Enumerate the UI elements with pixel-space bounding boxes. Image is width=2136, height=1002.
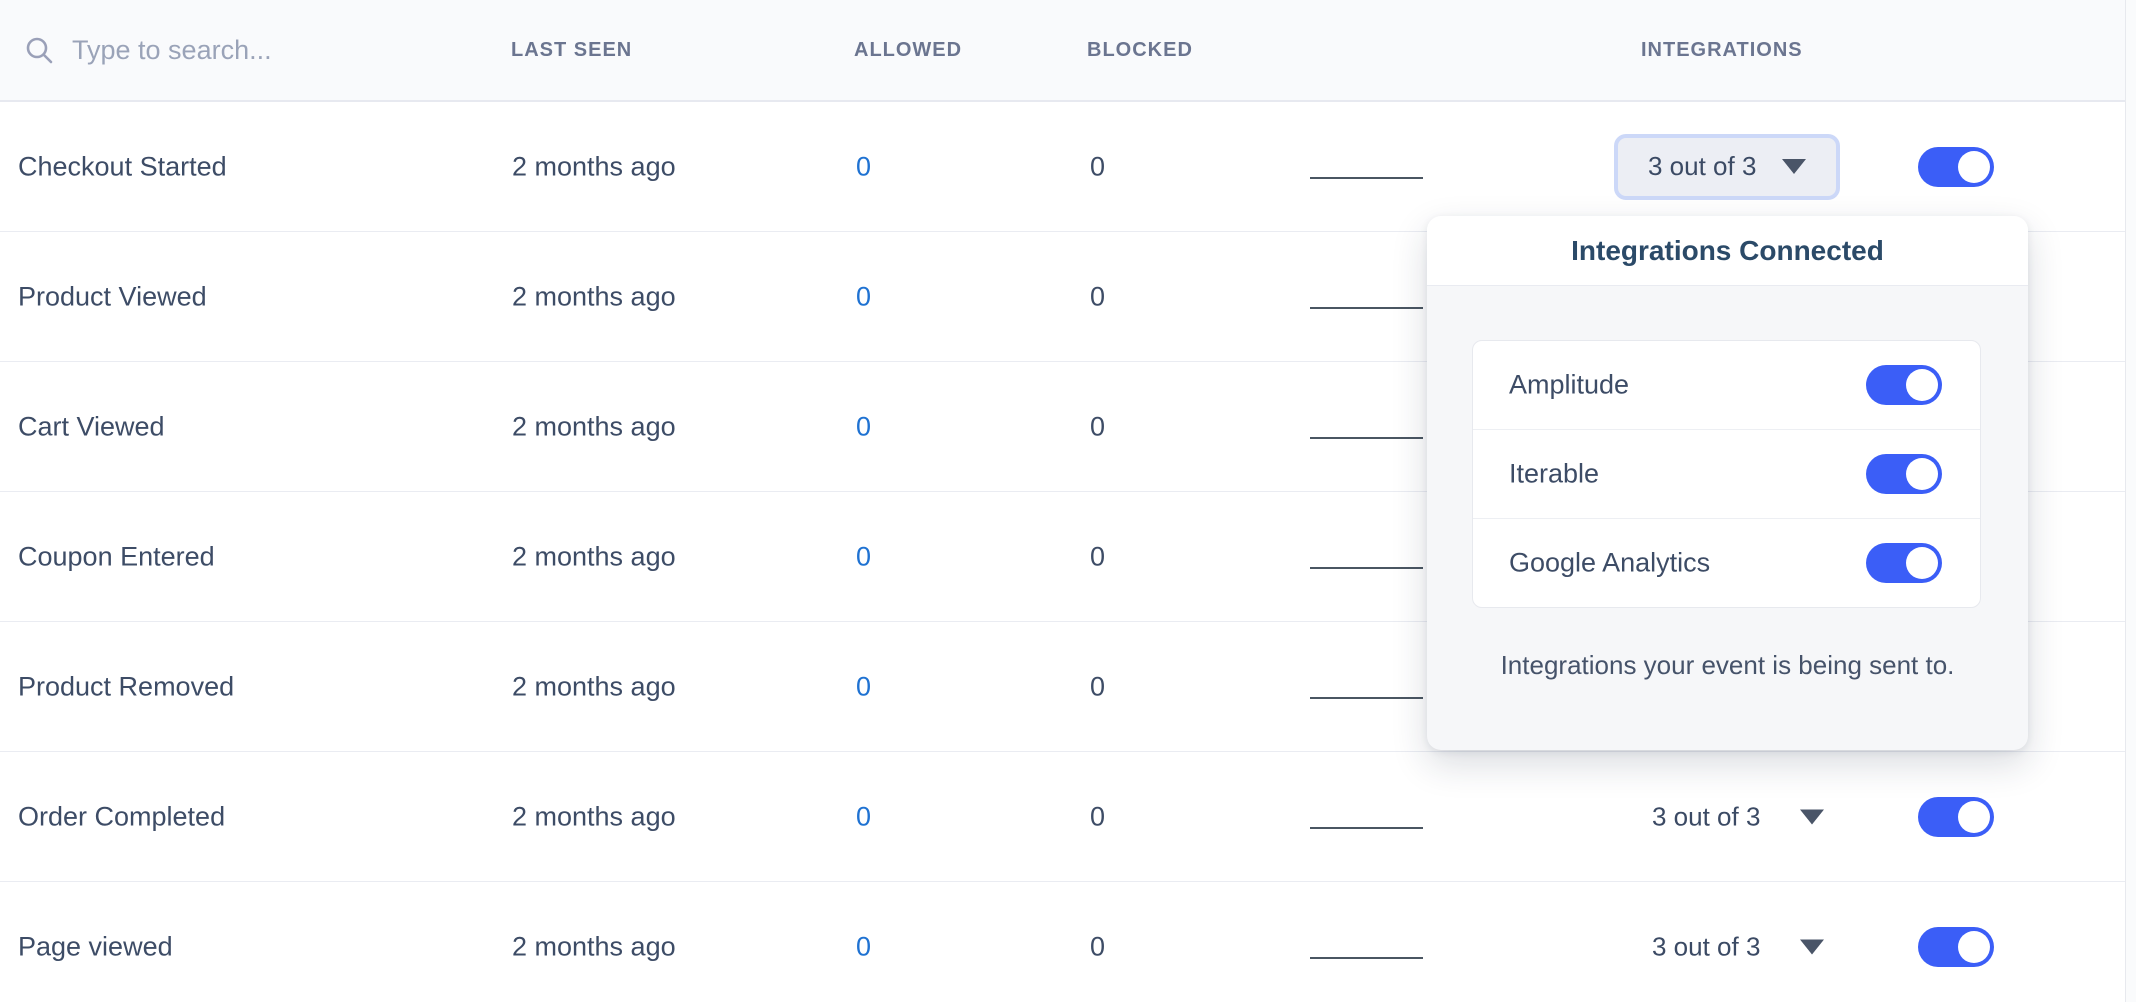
integrations-list: Amplitude Iterable Google Analytics [1472, 340, 1981, 608]
integrations-dropdown[interactable]: 3 out of 3 [1614, 134, 1840, 200]
search-field[interactable] [24, 0, 434, 100]
event-name: Checkout Started [18, 151, 227, 182]
blocked-count: 0 [1090, 151, 1105, 182]
integration-enabled-toggle[interactable] [1866, 365, 1942, 405]
blocked-count: 0 [1090, 671, 1105, 702]
integration-row: Amplitude [1473, 341, 1980, 430]
last-seen-value: 2 months ago [512, 801, 676, 832]
integrations-popover: Integrations Connected Amplitude Iterabl… [1427, 216, 2028, 750]
last-seen-value: 2 months ago [512, 671, 676, 702]
integrations-dropdown[interactable]: 3 out of 3 [1652, 931, 1824, 962]
event-name: Coupon Entered [18, 541, 215, 572]
integration-enabled-toggle[interactable] [1866, 454, 1942, 494]
chevron-down-icon [1800, 939, 1824, 954]
empty-placeholder-dash [1310, 567, 1423, 569]
event-enabled-toggle[interactable] [1918, 147, 1994, 187]
toggle-knob [1906, 547, 1938, 579]
blocked-count: 0 [1090, 541, 1105, 572]
integration-name: Amplitude [1509, 370, 1629, 401]
empty-placeholder-dash [1310, 437, 1423, 439]
table-row: Order Completed 2 months ago 0 0 3 out o… [0, 752, 2136, 882]
integration-row: Google Analytics [1473, 519, 1980, 607]
empty-placeholder-dash [1310, 957, 1423, 959]
table-row: Page viewed 2 months ago 0 0 3 out of 3 … [0, 882, 2136, 1002]
allowed-count-link[interactable]: 0 [856, 151, 871, 182]
blocked-count: 0 [1090, 411, 1105, 442]
popover-header: Integrations Connected [1427, 216, 2028, 286]
table-right-edge [2125, 0, 2136, 1002]
integration-row: Iterable [1473, 430, 1980, 519]
events-table-screen: LAST SEEN ALLOWED BLOCKED INTEGRATIONS C… [0, 0, 2136, 1002]
event-name: Product Viewed [18, 281, 207, 312]
last-seen-value: 2 months ago [512, 281, 676, 312]
popover-title: Integrations Connected [1571, 235, 1884, 267]
integrations-dropdown-value: 3 out of 3 [1652, 931, 1760, 962]
chevron-down-icon [1800, 809, 1824, 824]
empty-placeholder-dash [1310, 177, 1423, 179]
last-seen-value: 2 months ago [512, 411, 676, 442]
allowed-count-link[interactable]: 0 [856, 541, 871, 572]
empty-placeholder-dash [1310, 827, 1423, 829]
allowed-count-link[interactable]: 0 [856, 671, 871, 702]
integration-enabled-toggle[interactable] [1866, 543, 1942, 583]
toggle-knob [1906, 369, 1938, 401]
table-row: Checkout Started 2 months ago 0 0 3 out … [0, 102, 2136, 232]
search-input[interactable] [70, 34, 434, 67]
toggle-knob [1958, 801, 1990, 833]
last-seen-value: 2 months ago [512, 931, 676, 962]
integrations-dropdown[interactable]: 3 out of 3 [1652, 801, 1824, 832]
allowed-count-link[interactable]: 0 [856, 281, 871, 312]
column-header-last-seen: LAST SEEN [511, 0, 632, 100]
event-name: Product Removed [18, 671, 234, 702]
integration-name: Google Analytics [1509, 548, 1710, 579]
last-seen-value: 2 months ago [512, 541, 676, 572]
chevron-down-icon [1782, 159, 1806, 174]
event-name: Order Completed [18, 801, 225, 832]
search-icon [24, 35, 54, 65]
toggle-knob [1958, 931, 1990, 963]
allowed-count-link[interactable]: 0 [856, 931, 871, 962]
empty-placeholder-dash [1310, 697, 1423, 699]
last-seen-value: 2 months ago [512, 151, 676, 182]
popover-footer-text: Integrations your event is being sent to… [1427, 650, 2028, 681]
column-header-integrations: INTEGRATIONS [1641, 0, 1803, 100]
event-enabled-toggle[interactable] [1918, 797, 1994, 837]
empty-placeholder-dash [1310, 307, 1423, 309]
event-name: Page viewed [18, 931, 173, 962]
blocked-count: 0 [1090, 801, 1105, 832]
blocked-count: 0 [1090, 281, 1105, 312]
allowed-count-link[interactable]: 0 [856, 411, 871, 442]
blocked-count: 0 [1090, 931, 1105, 962]
toggle-knob [1906, 458, 1938, 490]
allowed-count-link[interactable]: 0 [856, 801, 871, 832]
integrations-dropdown-value: 3 out of 3 [1652, 801, 1760, 832]
event-enabled-toggle[interactable] [1918, 927, 1994, 967]
table-header: LAST SEEN ALLOWED BLOCKED INTEGRATIONS [0, 0, 2136, 102]
integrations-dropdown-value: 3 out of 3 [1648, 151, 1756, 182]
integration-name: Iterable [1509, 459, 1599, 490]
column-header-blocked: BLOCKED [1087, 0, 1193, 100]
event-name: Cart Viewed [18, 411, 165, 442]
toggle-knob [1958, 151, 1990, 183]
column-header-allowed: ALLOWED [854, 0, 962, 100]
